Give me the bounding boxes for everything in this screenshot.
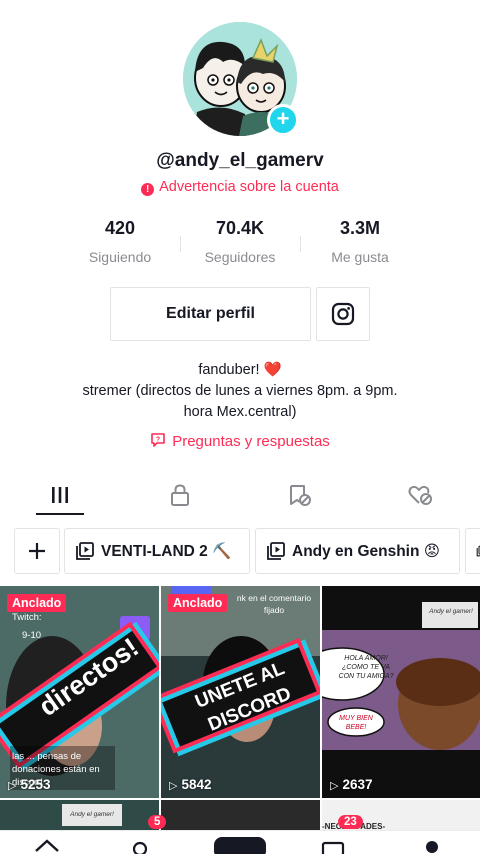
stat-following-value: 420 <box>104 218 136 238</box>
view-count: ▷ 5842 <box>169 777 212 792</box>
pinned-badge: Anclado <box>168 594 228 612</box>
bio-line-2: stremer (directos de lunes a viernes 8pm… <box>82 383 398 399</box>
create-button[interactable] <box>214 837 266 854</box>
tab-private[interactable] <box>120 476 240 514</box>
instagram-button[interactable] <box>316 287 370 341</box>
inbox-icon[interactable] <box>320 839 346 854</box>
playlist-chip-partial[interactable] <box>465 528 480 574</box>
videos-grid-icon <box>52 487 68 503</box>
question-bubble-icon: ? <box>151 433 166 447</box>
profile-tabs <box>0 476 480 515</box>
video-thumbnail[interactable]: Anclado Twitch: 9-10 directos! las ... p… <box>0 586 159 798</box>
playlist-label: Andy en Genshin 😡 <box>292 542 440 560</box>
friends-badge: 5 <box>148 815 167 829</box>
playlist-row: VENTI-LAND 2 ⛏️ Andy en Genshin 😡 <box>0 528 480 574</box>
inbox-badge: 23 <box>338 815 363 829</box>
tab-saved[interactable] <box>240 476 360 514</box>
username: @andy_el_gamerv <box>156 150 324 171</box>
video-top-text: nk en el comentario fijado <box>236 593 312 615</box>
lock-icon <box>171 484 189 506</box>
stat-followers[interactable]: 70.4K Seguidores <box>180 218 300 265</box>
speech-bubble-1: HOLA AMOR! ¿COMO TE VA CON TU AMIGA? <box>338 655 394 680</box>
pinned-badge: Anclado <box>7 594 67 612</box>
video-tag: Andy el gamer! <box>62 804 122 826</box>
stat-following[interactable]: 420 Siguiendo <box>60 218 180 265</box>
heart-emoji: ❤️ <box>263 362 282 378</box>
playlist-icon <box>76 542 94 560</box>
stat-likes[interactable]: 3.3M Me gusta <box>300 218 420 265</box>
video-top-time: 9-10 <box>22 630 42 641</box>
svg-text:?: ? <box>156 437 160 444</box>
instagram-icon <box>331 302 355 326</box>
add-playlist-button[interactable] <box>14 528 60 574</box>
video-top-text: Twitch: <box>12 612 42 623</box>
add-story-icon[interactable]: + <box>267 104 299 136</box>
stat-followers-label: Seguidores <box>204 249 276 265</box>
stat-likes-label: Me gusta <box>331 249 389 265</box>
view-count-value: 2637 <box>342 777 373 792</box>
play-icon: ▷ <box>330 780 339 792</box>
bio-line-3: hora Mex.central) <box>183 404 297 420</box>
plus-icon <box>29 543 45 559</box>
playlist-label: VENTI-LAND 2 ⛏️ <box>101 542 232 560</box>
playlist-chip-andy-genshin[interactable]: Andy en Genshin 😡 <box>255 528 460 574</box>
stat-likes-value: 3.3M <box>339 218 381 238</box>
stat-followers-value: 70.4K <box>215 218 265 238</box>
liked-icon <box>408 485 432 505</box>
alert-icon: ! <box>141 183 155 196</box>
qa-link[interactable]: ? Preguntas y respuestas <box>0 432 480 450</box>
profile-stats: 420 Siguiendo 70.4K Seguidores 3.3M Me g… <box>60 218 420 265</box>
playlist-icon <box>476 545 480 557</box>
saved-icon <box>290 485 311 506</box>
account-warning-label: Advertencia sobre la cuenta <box>159 179 339 195</box>
stat-following-label: Siguiendo <box>88 249 152 265</box>
profile-bio: fanduber! ❤️ stremer (directos de lunes … <box>0 360 480 423</box>
profile-avatar[interactable]: + <box>183 22 299 136</box>
tab-liked[interactable] <box>360 476 480 514</box>
speech-bubble-2: MUY BIEN BEBE! <box>339 715 373 731</box>
view-count: ▷ 5253 <box>8 777 51 792</box>
playlist-chip-venti-land[interactable]: VENTI-LAND 2 ⛏️ <box>64 528 250 574</box>
play-icon: ▷ <box>169 780 178 792</box>
video-grid: Anclado Twitch: 9-10 directos! las ... p… <box>0 586 480 854</box>
bottom-navigation: 5 23 <box>0 815 480 854</box>
view-count-value: 5253 <box>20 777 51 792</box>
home-icon[interactable] <box>32 835 62 854</box>
video-tag: Andy el gamer! <box>429 608 473 615</box>
video-thumbnail[interactable]: Anclado nk en el comentario fijado UNETE… <box>161 586 320 798</box>
profile-icon[interactable] <box>420 837 444 854</box>
edit-profile-button[interactable]: Editar perfil <box>110 287 311 341</box>
view-count: ▷ 2637 <box>330 777 373 792</box>
play-icon: ▷ <box>8 780 17 792</box>
tab-videos[interactable] <box>0 476 120 515</box>
qa-label: Preguntas y respuestas <box>172 433 330 450</box>
video-preview-image <box>322 586 480 798</box>
bio-line-1: fanduber! <box>198 362 260 378</box>
video-thumbnail[interactable]: HOLA AMOR! ¿COMO TE VA CON TU AMIGA? MUY… <box>322 586 480 798</box>
account-warning-link[interactable]: ! Advertencia sobre la cuenta <box>0 179 480 196</box>
playlist-icon <box>267 542 285 560</box>
view-count-value: 5842 <box>181 777 212 792</box>
friends-icon[interactable] <box>128 837 152 854</box>
